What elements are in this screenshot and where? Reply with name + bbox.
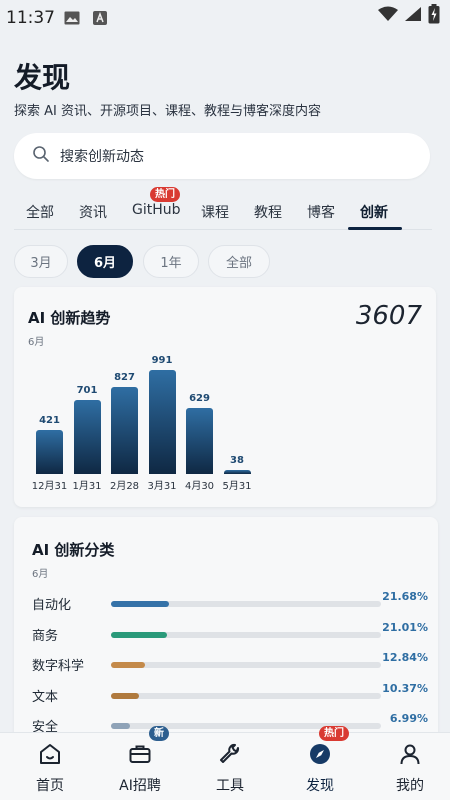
bottom-navigation: 首页 AI招聘 新 工具 发现 热门 我的 — [0, 726, 450, 800]
chart-value-label: 827 — [114, 372, 135, 384]
category-percent: 12.84% — [382, 651, 428, 664]
trend-card: AI 创新趋势 6月 3607 421 12月31 701 1月31 827 2月28 99… — [14, 287, 436, 507]
category-row[interactable]: 自动化 21.68% — [14, 590, 434, 620]
category-name: 文本 — [32, 689, 59, 705]
search-icon — [32, 145, 50, 167]
category-name: 数字科学 — [32, 659, 85, 674]
category-row[interactable]: 文本 10.37% — [14, 682, 434, 712]
tab-all[interactable]: 全部 — [26, 202, 54, 222]
chart-value-label: 38 — [230, 455, 244, 466]
nav-profile[interactable]: 我的 — [365, 733, 450, 800]
chart-value-label: 421 — [39, 414, 60, 426]
image-notification-icon — [63, 9, 81, 27]
wifi-icon — [378, 6, 398, 26]
status-bar: 11:37 — [0, 0, 450, 36]
chart-category-label: 5月31 — [222, 481, 252, 492]
compass-icon — [307, 741, 333, 767]
category-progress-fill — [111, 631, 168, 638]
status-indicators — [378, 4, 440, 28]
page-title: 发现 — [14, 61, 71, 94]
category-tabs: 全部 资讯 GitHub 课程 教程 博客 创新 — [14, 190, 432, 230]
nav-tools-label: 工具 — [216, 778, 244, 794]
category-row[interactable]: 数字科学 12.84% — [14, 651, 434, 681]
nav-ai-jobs-label: AI招聘 — [119, 778, 161, 794]
tab-news[interactable]: 资讯 — [79, 202, 107, 222]
signal-icon — [404, 6, 422, 26]
category-progress-fill — [111, 601, 169, 607]
category-percent: 21.01% — [382, 620, 428, 634]
github-hot-badge: 热门 — [150, 187, 180, 202]
category-name: 商务 — [32, 628, 59, 644]
battery-icon — [428, 4, 440, 28]
category-progress-track — [111, 662, 381, 668]
category-name: 自动化 — [32, 598, 72, 613]
active-tab-indicator — [348, 227, 402, 230]
range-6-months-button[interactable]: 6月 — [77, 245, 133, 278]
page-subtitle: 探索 AI 资讯、开源项目、课程、教程与博客深度内容 — [14, 104, 321, 119]
category-progress-track — [111, 601, 381, 607]
category-percent: 6.99% — [389, 712, 428, 725]
search-placeholder: 搜索创新动态 — [60, 149, 144, 165]
nav-home[interactable]: 首页 — [5, 733, 95, 800]
chart-bar — [148, 369, 176, 474]
status-time: 11:37 — [6, 8, 55, 28]
nav-tools[interactable]: 工具 — [185, 733, 275, 800]
chart-value-label: 701 — [76, 385, 98, 397]
tab-courses[interactable]: 课程 — [201, 202, 229, 222]
tab-github[interactable]: GitHub — [132, 202, 181, 218]
wrench-icon — [217, 741, 243, 767]
person-icon — [397, 741, 423, 767]
home-icon — [37, 741, 63, 767]
nav-discover-label: 发现 — [306, 778, 334, 794]
chart-value-label: 629 — [189, 392, 210, 404]
tab-blogs[interactable]: 博客 — [307, 202, 335, 222]
app-notification-icon — [91, 9, 109, 27]
nav-ai-jobs[interactable]: AI招聘 新 — [95, 726, 185, 800]
nav-home-label: 首页 — [36, 778, 64, 794]
category-progress-track — [111, 692, 381, 699]
category-percent: 21.68% — [382, 590, 428, 603]
range-all-button[interactable]: 全部 — [208, 245, 270, 278]
category-progress-track — [111, 631, 381, 638]
category-percent: 10.37% — [382, 681, 428, 695]
category-row[interactable]: 商务 21.01% — [14, 621, 434, 651]
nav-discover[interactable]: 发现 热门 — [275, 726, 365, 800]
category-progress-fill — [111, 723, 130, 729]
discover-hot-badge: 热门 — [319, 726, 349, 741]
tab-tutorials[interactable]: 教程 — [254, 202, 282, 222]
tab-innovation[interactable]: 创新 — [360, 202, 388, 222]
category-progress-fill — [111, 692, 139, 699]
chart-bar — [186, 407, 213, 474]
category-progress-fill — [111, 662, 146, 668]
category-card-period: 6月 — [32, 569, 49, 580]
chart-bar — [223, 470, 251, 474]
chart-bar — [111, 387, 138, 474]
trend-bar-chart: 421 12月31 701 1月31 827 2月28 991 3月31 629 4月30 38 5月… — [14, 287, 436, 507]
search-input[interactable]: 搜索创新动态 — [14, 133, 430, 179]
briefcase-icon — [127, 741, 153, 767]
nav-profile-label: 我的 — [396, 778, 424, 794]
range-1-year-button[interactable]: 1年 — [143, 245, 199, 278]
category-card-title: AI 创新分类 — [32, 541, 115, 559]
chart-value-label: 991 — [151, 354, 173, 366]
new-badge: 新 — [149, 726, 169, 741]
range-3-months-button[interactable]: 3月 — [14, 245, 68, 278]
chart-bar — [36, 429, 63, 474]
category-card: AI 创新分类 6月 自动化 21.68% 商务 21.01% 数字科学 12.84% 文本… — [14, 517, 438, 757]
chart-bar — [73, 400, 101, 474]
